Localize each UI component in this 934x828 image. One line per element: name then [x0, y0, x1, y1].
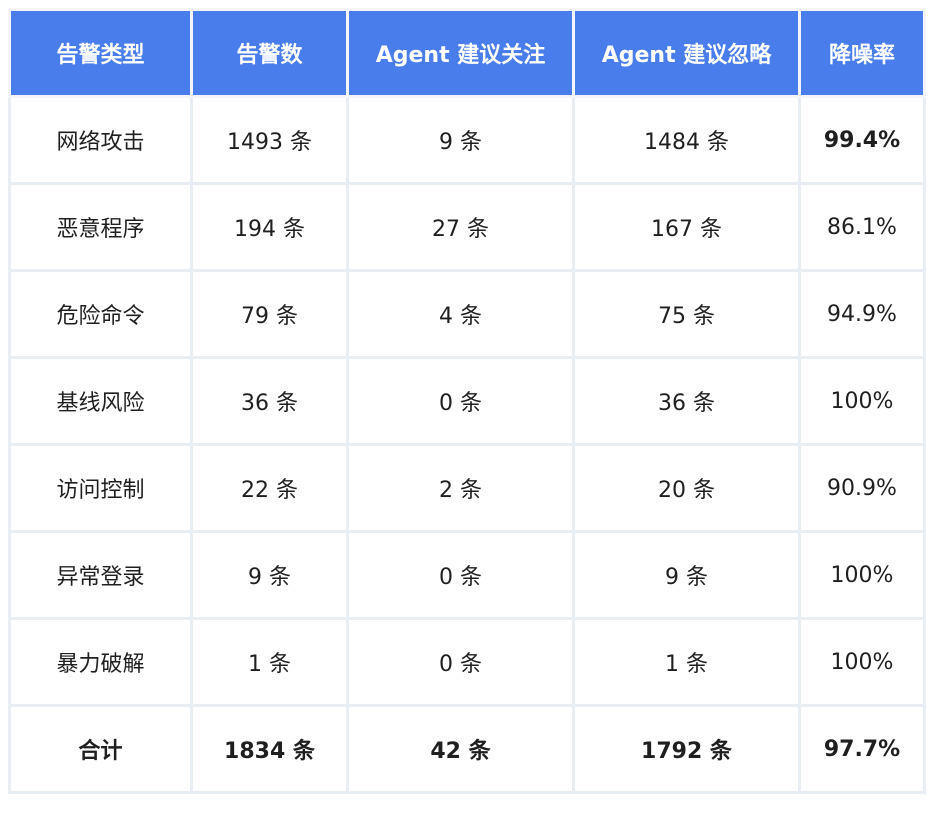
cell-agent-attention: 2 条 — [346, 443, 575, 533]
header-agent-attention: Agent 建议关注 — [346, 8, 575, 98]
cell-noise-reduction-rate: 90.9% — [798, 443, 926, 533]
cell-noise-reduction-rate: 86.1% — [798, 182, 926, 272]
cell-agent-ignore: 1 条 — [572, 617, 801, 707]
total-agent-ignore: 1792 条 — [572, 704, 801, 794]
cell-alert-type: 异常登录 — [8, 530, 193, 620]
total-alert-count: 1834 条 — [190, 704, 349, 794]
header-alert-count: 告警数 — [190, 8, 349, 98]
cell-agent-ignore: 75 条 — [572, 269, 801, 359]
table-row: 基线风险 36 条 0 条 36 条 100% — [8, 356, 926, 446]
cell-alert-type: 暴力破解 — [8, 617, 193, 707]
cell-agent-ignore: 36 条 — [572, 356, 801, 446]
header-noise-reduction-rate: 降噪率 — [798, 8, 926, 98]
cell-agent-attention: 0 条 — [346, 356, 575, 446]
cell-alert-count: 1493 条 — [190, 95, 349, 185]
cell-alert-count: 9 条 — [190, 530, 349, 620]
cell-alert-count: 22 条 — [190, 443, 349, 533]
cell-agent-attention: 0 条 — [346, 617, 575, 707]
cell-agent-attention: 27 条 — [346, 182, 575, 272]
cell-alert-count: 1 条 — [190, 617, 349, 707]
table-row: 危险命令 79 条 4 条 75 条 94.9% — [8, 269, 926, 359]
cell-noise-reduction-rate: 100% — [798, 356, 926, 446]
cell-agent-attention: 4 条 — [346, 269, 575, 359]
cell-alert-type: 恶意程序 — [8, 182, 193, 272]
cell-noise-reduction-rate: 94.9% — [798, 269, 926, 359]
cell-alert-type: 网络攻击 — [8, 95, 193, 185]
cell-noise-reduction-rate: 100% — [798, 530, 926, 620]
alert-table-container: 告警类型 告警数 Agent 建议关注 Agent 建议忽略 降噪率 网络攻击 … — [8, 8, 926, 794]
alert-noise-reduction-table: 告警类型 告警数 Agent 建议关注 Agent 建议忽略 降噪率 网络攻击 … — [8, 8, 926, 794]
cell-alert-count: 36 条 — [190, 356, 349, 446]
cell-agent-attention: 0 条 — [346, 530, 575, 620]
table-row: 网络攻击 1493 条 9 条 1484 条 99.4% — [8, 95, 926, 185]
cell-noise-reduction-rate: 100% — [798, 617, 926, 707]
cell-alert-type: 危险命令 — [8, 269, 193, 359]
cell-agent-ignore: 20 条 — [572, 443, 801, 533]
cell-alert-type: 访问控制 — [8, 443, 193, 533]
table-header-row: 告警类型 告警数 Agent 建议关注 Agent 建议忽略 降噪率 — [8, 8, 926, 98]
header-alert-type: 告警类型 — [8, 8, 193, 98]
cell-agent-ignore: 167 条 — [572, 182, 801, 272]
table-row: 恶意程序 194 条 27 条 167 条 86.1% — [8, 182, 926, 272]
table-total-row: 合计 1834 条 42 条 1792 条 97.7% — [8, 704, 926, 794]
table-row: 异常登录 9 条 0 条 9 条 100% — [8, 530, 926, 620]
cell-alert-type: 基线风险 — [8, 356, 193, 446]
total-label: 合计 — [8, 704, 193, 794]
table-row: 访问控制 22 条 2 条 20 条 90.9% — [8, 443, 926, 533]
total-noise-reduction-rate: 97.7% — [798, 704, 926, 794]
cell-agent-attention: 9 条 — [346, 95, 575, 185]
cell-noise-reduction-rate: 99.4% — [798, 95, 926, 185]
total-agent-attention: 42 条 — [346, 704, 575, 794]
table-row: 暴力破解 1 条 0 条 1 条 100% — [8, 617, 926, 707]
cell-alert-count: 79 条 — [190, 269, 349, 359]
header-agent-ignore: Agent 建议忽略 — [572, 8, 801, 98]
cell-alert-count: 194 条 — [190, 182, 349, 272]
cell-agent-ignore: 9 条 — [572, 530, 801, 620]
cell-agent-ignore: 1484 条 — [572, 95, 801, 185]
